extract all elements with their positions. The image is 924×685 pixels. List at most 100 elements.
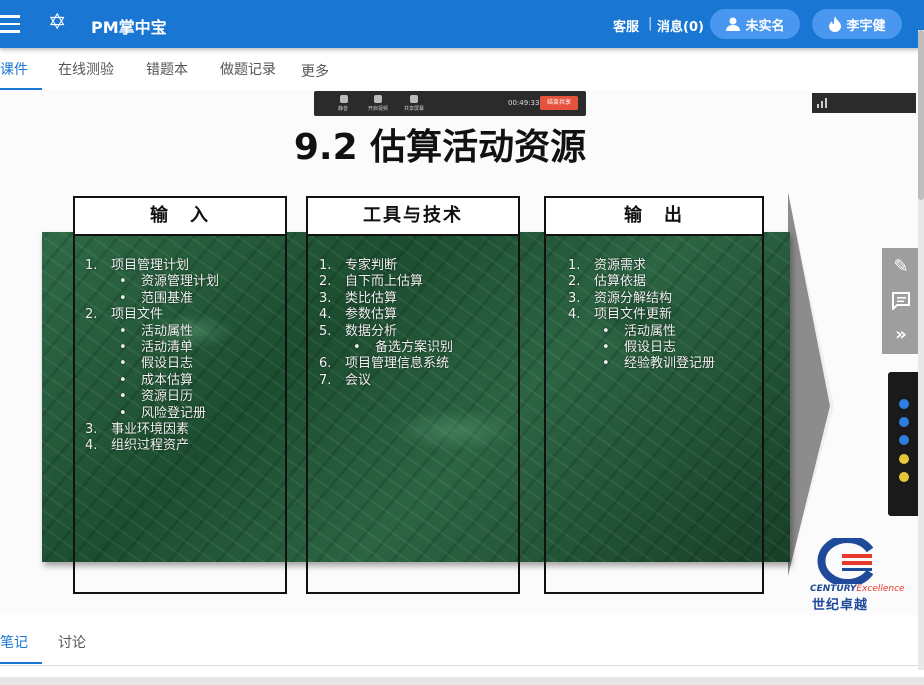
century-excellence-logo-mark bbox=[817, 538, 874, 584]
slide-list-text: 专家判断 bbox=[345, 258, 398, 273]
meeting-item-label: 共享屏幕 bbox=[404, 106, 425, 112]
slide-list-number: 1. bbox=[319, 258, 332, 273]
slide-list-item: 2. 项目文件 bbox=[85, 307, 285, 323]
input-column: 输 入 1. 项目管理计划 • 资源管理计划 • 范围基准 2. 项目文件 • 活动属性 • 活动清单… bbox=[73, 196, 287, 594]
company-logo: CENTURYExcellence 世纪卓越 bbox=[810, 538, 910, 613]
slide-sublist-item: • 资源日历 bbox=[85, 389, 285, 405]
bottom-panel-strip bbox=[0, 677, 924, 685]
tab-online-test[interactable]: 在线测验 bbox=[58, 59, 114, 79]
slide-list-item: 3. 资源分解结构 bbox=[568, 291, 762, 307]
person-icon bbox=[726, 17, 741, 31]
floating-tool-panel: ✎ » bbox=[882, 248, 920, 354]
slide-list-item: 1. 资源需求 bbox=[568, 258, 762, 274]
video-icon[interactable] bbox=[374, 95, 382, 103]
input-heading: 输 入 bbox=[75, 198, 285, 236]
participant-avatar[interactable] bbox=[899, 399, 909, 409]
slide-list-text: 项目管理信息系统 bbox=[345, 356, 450, 372]
slide-sublist-text: 经验教训登记册 bbox=[624, 356, 716, 372]
signal-icon bbox=[817, 98, 827, 108]
slide-list-number: 3. bbox=[568, 290, 581, 306]
bullet-icon: • bbox=[119, 290, 127, 306]
bottom-tabs: 笔记 讨论 bbox=[0, 615, 924, 666]
slide-list-item: 5. 数据分析 bbox=[319, 324, 518, 340]
bullet-icon: • bbox=[119, 323, 127, 339]
slide-list-item: 4. 组织过程资产 bbox=[85, 438, 285, 454]
slide-list-text: 事业环境因素 bbox=[111, 422, 190, 438]
app-title: PM掌中宝 bbox=[91, 18, 167, 37]
slide-list-item: 3. 类比估算 bbox=[319, 291, 518, 307]
slide-sublist-text: 活动清单 bbox=[141, 340, 194, 356]
meeting-item-label: 静音 bbox=[338, 106, 349, 112]
slide-list-item: 1. 项目管理计划 bbox=[85, 258, 285, 274]
slide-list-number: 2. bbox=[568, 274, 581, 290]
user-button[interactable]: 李宇健 bbox=[812, 9, 902, 39]
slide-list-text: 项目文件更新 bbox=[594, 307, 673, 323]
slide-list-number: 2. bbox=[85, 307, 98, 323]
slide-list-item: 4. 项目文件更新 bbox=[568, 307, 762, 323]
unverified-label: 未实名 bbox=[745, 18, 785, 34]
slide-list-item: 7. 会议 bbox=[319, 373, 518, 389]
tab-more[interactable]: 更多 bbox=[301, 61, 329, 81]
bullet-icon: • bbox=[119, 389, 127, 405]
bullet-icon: • bbox=[602, 323, 610, 339]
slide-list-item: 1. 专家判断 bbox=[319, 258, 518, 274]
slide-sublist-text: 范围基准 bbox=[141, 290, 194, 306]
slide-list-item: 4. 参数估算 bbox=[319, 307, 518, 323]
slide-list-text: 资源需求 bbox=[594, 258, 647, 273]
slide-sublist-item: • 风险登记册 bbox=[85, 406, 285, 422]
participant-avatar[interactable] bbox=[899, 472, 909, 482]
input-list: 1. 项目管理计划 • 资源管理计划 • 范围基准 2. 项目文件 • 活动属性 • 活动清单 • 假设日… bbox=[85, 258, 285, 455]
unverified-button[interactable]: 未实名 bbox=[710, 9, 800, 39]
menu-icon[interactable] bbox=[0, 15, 20, 33]
slide-sublist-item: • 成本估算 bbox=[85, 373, 285, 389]
tab-discussion[interactable]: 讨论 bbox=[58, 632, 86, 652]
bullet-icon: • bbox=[119, 356, 127, 372]
user-name: 李宇健 bbox=[846, 18, 886, 34]
participant-avatar[interactable] bbox=[899, 435, 909, 445]
participant-avatar[interactable] bbox=[899, 454, 909, 464]
output-list: 1. 资源需求 2. 估算依据 3. 资源分解结构 4. 项目文件更新 • 活动属性 • 假设日志 • 经… bbox=[568, 258, 762, 373]
slide-sublist-item: • 备选方案识别 bbox=[319, 340, 518, 356]
tab-notes[interactable]: 笔记 bbox=[0, 632, 28, 652]
chat-participant-strip[interactable] bbox=[888, 372, 920, 516]
customer-service-link[interactable]: 客服 bbox=[613, 16, 639, 35]
slide-list-text: 类比估算 bbox=[345, 290, 398, 306]
slide-list-number: 4. bbox=[319, 307, 332, 323]
comment-icon[interactable] bbox=[882, 284, 920, 318]
end-share-button[interactable]: 结束共享 bbox=[540, 96, 578, 110]
bullet-icon: • bbox=[602, 340, 610, 356]
slide-list-number: 2. bbox=[319, 274, 332, 290]
slide-sublist-item: • 假设日志 bbox=[568, 340, 762, 356]
star-of-david-icon[interactable]: ✡ bbox=[48, 10, 66, 36]
tab-wrong-questions[interactable]: 错题本 bbox=[146, 59, 188, 79]
tab-courseware[interactable]: 课件 bbox=[0, 59, 28, 79]
messages-link[interactable]: 消息(0) bbox=[657, 16, 704, 35]
bullet-icon: • bbox=[119, 340, 127, 356]
share-screen-icon[interactable] bbox=[410, 95, 418, 103]
slide-list-item: 2. 自下而上估算 bbox=[319, 274, 518, 290]
meeting-timer: 00:49:33 bbox=[508, 99, 540, 107]
slide-sublist-text: 风险登记册 bbox=[141, 405, 207, 421]
double-chevron-right-icon[interactable]: » bbox=[882, 318, 920, 352]
tab-practice-records[interactable]: 做题记录 bbox=[220, 59, 276, 79]
slide-list-number: 6. bbox=[319, 356, 332, 372]
slide-list-text: 项目管理计划 bbox=[111, 258, 190, 273]
scrollbar-thumb[interactable] bbox=[918, 30, 924, 200]
slide-sublist-text: 成本估算 bbox=[141, 372, 194, 388]
process-arrow-head bbox=[788, 192, 834, 576]
slide-list-number: 3. bbox=[85, 422, 98, 438]
pencil-icon[interactable]: ✎ bbox=[882, 250, 920, 284]
slide-list-number: 4. bbox=[85, 438, 98, 454]
logo-english: CENTURYExcellence bbox=[810, 584, 905, 594]
slide-list-text: 参数估算 bbox=[345, 307, 398, 323]
bullet-icon: • bbox=[119, 405, 127, 421]
slide-list-item: 2. 估算依据 bbox=[568, 274, 762, 290]
microphone-icon[interactable] bbox=[340, 95, 348, 103]
slide-list-number: 7. bbox=[319, 372, 332, 388]
participant-avatar[interactable] bbox=[899, 417, 909, 427]
slide-list-number: 3. bbox=[319, 290, 332, 306]
logo-en-b: Excellence bbox=[856, 584, 905, 594]
slide-sublist-text: 假设日志 bbox=[141, 356, 194, 372]
slide-viewer: 静音 开启视频 共享屏幕 00:49:33 结束共享 9.2 估算活动资源 输 … bbox=[0, 90, 920, 615]
slide-list-text: 估算依据 bbox=[594, 274, 647, 290]
